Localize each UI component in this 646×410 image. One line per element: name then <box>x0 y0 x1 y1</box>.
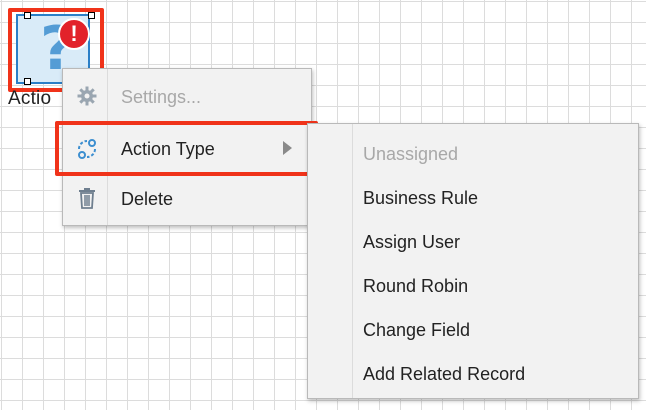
action-type-highlight-box <box>55 121 318 176</box>
submenu-item-add-related-record[interactable]: Add Related Record <box>308 352 638 396</box>
submenu-item-assign-user[interactable]: Assign User <box>308 220 638 264</box>
submenu-item-label: Business Rule <box>363 188 479 208</box>
menu-item-delete[interactable]: Delete <box>63 175 311 223</box>
submenu-item-label: Assign User <box>363 232 461 252</box>
submenu-item-label: Add Related Record <box>363 364 526 384</box>
submenu-item-label: Round Robin <box>363 276 469 296</box>
action-type-submenu: Unassigned Business Rule Assign User Rou… <box>307 123 639 399</box>
menu-item-label: Settings... <box>121 87 202 107</box>
action-node-label: Actio <box>8 88 52 109</box>
menu-item-label: Delete <box>121 189 174 209</box>
submenu-item-change-field[interactable]: Change Field <box>308 308 638 352</box>
submenu-item-round-robin[interactable]: Round Robin <box>308 264 638 308</box>
menu-item-settings[interactable]: Settings... <box>63 73 311 121</box>
submenu-item-business-rule[interactable]: Business Rule <box>308 176 638 220</box>
trash-icon <box>75 187 99 211</box>
submenu-item-label: Change Field <box>363 320 471 340</box>
gear-icon <box>75 85 99 109</box>
submenu-item-unassigned[interactable]: Unassigned <box>308 132 638 176</box>
submenu-item-label: Unassigned <box>363 144 459 164</box>
